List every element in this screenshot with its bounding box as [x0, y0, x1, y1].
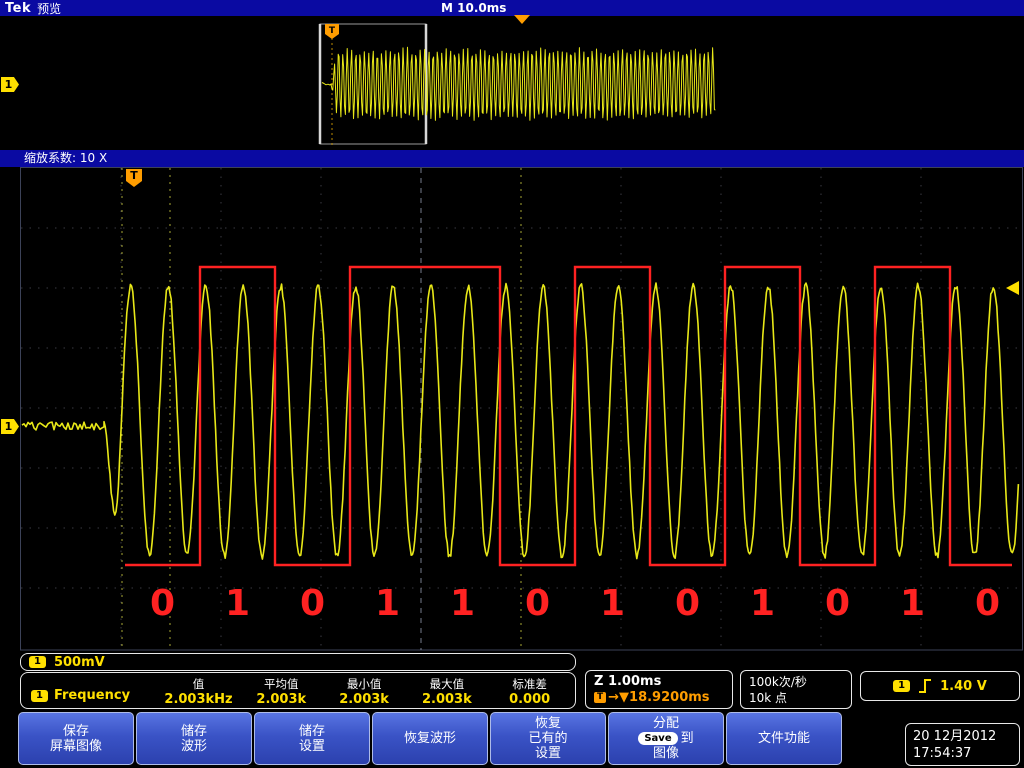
bit-digit: 0 — [150, 583, 175, 624]
menu-label-line: 设置 — [534, 746, 561, 761]
menu-recall-setup-button[interactable]: 恢复 已有的 设置 — [490, 712, 606, 765]
menu-label-line: 储存 — [298, 723, 325, 739]
top-status-bar: Tek 预览 M 10.0ms — [0, 0, 1024, 16]
zoom-scale-value: Z 1.00ms — [594, 674, 662, 689]
menu-label-line: 恢复 — [534, 716, 561, 731]
measurement-readout: 1 Frequency 值 2.003kHz 平均值 2.003k 最小值 2.… — [20, 672, 576, 709]
menu-label-line: 储存 — [180, 723, 207, 739]
menu-label-line: 屏幕图像 — [49, 738, 102, 754]
zoom-window-rect[interactable] — [319, 23, 427, 145]
channel-scale-value: 500mV — [53, 654, 105, 670]
zoom-window-bracket[interactable] — [318, 23, 428, 145]
menu-file-utilities-button[interactable]: 文件功能 — [726, 712, 842, 765]
channel-scale-readout[interactable]: 1 500mV — [20, 653, 576, 671]
zoom-trigger-flag[interactable]: T — [126, 169, 142, 187]
save-button-icon: Save — [638, 732, 678, 745]
zoom-position-value: T →▼18.9200ms — [594, 690, 710, 705]
acquisition-readout: 100k次/秒 10k 点 — [740, 670, 852, 709]
sample-rate-value: 100k次/秒 — [749, 674, 807, 689]
time-value: 17:54:37 — [913, 745, 972, 761]
menu-label-line: Save 到 — [638, 731, 694, 746]
oscilloscope-screen: Tek 预览 M 10.0ms T 1 缩放系数: 10 X 0 1 0 1 1 0 1 0 1… — [0, 0, 1024, 768]
zoom-position-text: →▼18.9200ms — [608, 690, 710, 705]
col-header: 平均值 — [264, 676, 299, 691]
graticule — [21, 168, 1021, 650]
bit-digit: 1 — [750, 583, 775, 624]
softkey-menu: 保存 屏幕图像 储存 波形 储存 设置 恢复波形 恢复 已有的 设置 分配 Sa… — [18, 712, 842, 765]
measurement-col-max: 最大值 2.003k — [405, 676, 488, 707]
menu-label-fragment: 到 — [680, 731, 694, 746]
record-length-value: 10k 点 — [749, 690, 788, 705]
bit-digit: 0 — [525, 583, 550, 624]
menu-label-line: 波形 — [180, 738, 207, 754]
menu-label-line: 已有的 — [528, 731, 568, 746]
channel-1-pill: 1 — [31, 689, 48, 702]
bit-digit: 0 — [975, 583, 1000, 624]
bit-digit: 0 — [825, 583, 850, 624]
main-timebase-readout[interactable]: M 10.0ms — [441, 1, 506, 15]
col-value: 0.000 — [509, 691, 551, 707]
rising-edge-icon — [919, 679, 932, 693]
preview-mode-label: 预览 — [37, 1, 62, 16]
waveform-traces: 0 1 0 1 1 0 1 0 1 0 1 0 — [21, 265, 1020, 624]
date-value: 20 12月2012 — [913, 728, 997, 744]
menu-label-line: 文件功能 — [757, 731, 810, 746]
zoom-waveform-display: 0 1 0 1 1 0 1 0 1 0 1 0 T — [20, 167, 1023, 651]
col-header: 值 — [192, 676, 205, 691]
menu-save-screen-image-button[interactable]: 保存 屏幕图像 — [18, 712, 134, 765]
menu-label-line: 图像 — [652, 746, 679, 761]
menu-save-setup-button[interactable]: 储存 设置 — [254, 712, 370, 765]
measurement-name: Frequency — [53, 688, 131, 703]
col-header: 标准差 — [512, 676, 547, 691]
channel-1-pill: 1 — [29, 656, 46, 668]
menu-label-line: 保存 — [62, 723, 89, 739]
measurement-col-mean: 平均值 2.003k — [240, 676, 323, 707]
menu-assign-save-button[interactable]: 分配 Save 到 图像 — [608, 712, 724, 765]
trigger-flag-letter: T — [329, 26, 336, 36]
col-value: 2.003kHz — [164, 691, 233, 707]
preview-trigger-flag[interactable]: T — [325, 24, 339, 39]
zoom-factor-label: 缩放系数: 10 X — [24, 151, 108, 165]
trigger-level-arrow-icon[interactable] — [1006, 281, 1019, 295]
tek-logo: Tek — [5, 0, 32, 16]
col-value: 2.003k — [256, 691, 307, 707]
trigger-flag-letter: T — [130, 169, 138, 182]
channel-1-trace — [21, 282, 1020, 560]
col-value: 2.003k — [421, 691, 472, 707]
menu-label-line: 分配 — [652, 716, 679, 731]
trigger-readout[interactable]: 1 1.40 V — [860, 671, 1020, 701]
col-header: 最小值 — [346, 676, 382, 691]
bit-digit: 0 — [675, 583, 700, 624]
trigger-level-value: 1.40 V — [940, 678, 987, 694]
measurement-col-stddev: 标准差 0.000 — [488, 676, 571, 707]
menu-label-line: 设置 — [298, 738, 325, 754]
menu-recall-waveform-button[interactable]: 恢复波形 — [372, 712, 488, 765]
zoom-factor-bar: 缩放系数: 10 X — [0, 150, 1024, 167]
bit-digit: 0 — [300, 583, 325, 624]
bit-digit: 1 — [600, 583, 625, 624]
measurement-col-min: 最小值 2.003k — [323, 676, 406, 707]
menu-save-waveform-button[interactable]: 储存 波形 — [136, 712, 252, 765]
bit-digit: 1 — [900, 583, 925, 624]
col-value: 2.003k — [339, 691, 389, 707]
zoom-timebase-readout[interactable]: Z 1.00ms T →▼18.9200ms — [585, 670, 733, 709]
bit-digit: 1 — [450, 583, 475, 624]
menu-label-line: 恢复波形 — [403, 731, 456, 746]
datetime-readout: 20 12月2012 17:54:37 — [905, 723, 1020, 766]
trigger-flag-mini-icon: T — [594, 692, 607, 703]
channel-1-overview-trace — [321, 46, 716, 121]
measurement-source: 1 Frequency — [25, 688, 157, 706]
bit-digit: 1 — [375, 583, 400, 624]
overview-waveform-display: T — [318, 23, 716, 147]
bit-digit: 1 — [225, 583, 250, 624]
trigger-source-pill: 1 — [893, 680, 911, 692]
measurement-col-value: 值 2.003kHz — [157, 676, 240, 707]
col-header: 最大值 — [429, 676, 465, 691]
